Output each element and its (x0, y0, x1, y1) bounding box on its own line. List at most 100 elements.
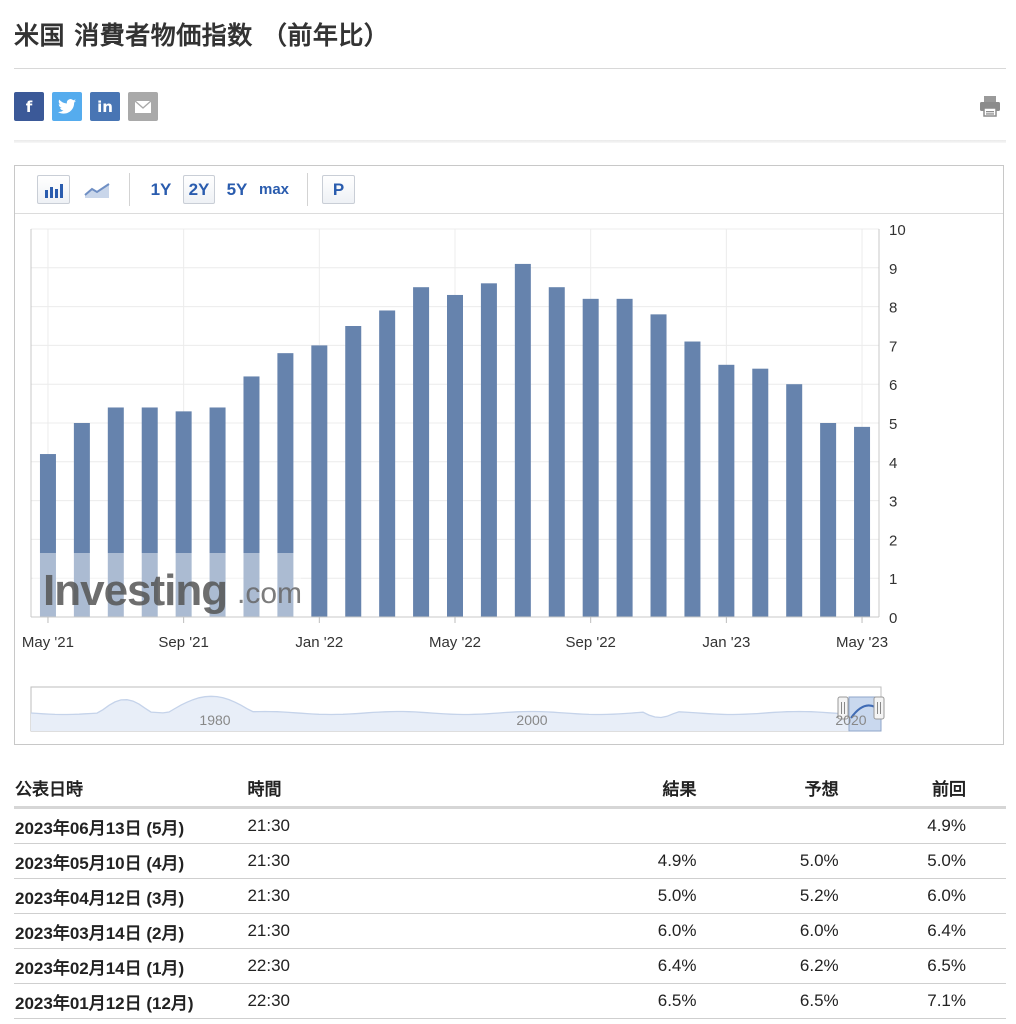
bar-mar-23[interactable] (786, 384, 803, 617)
y-tick-label: 0 (889, 610, 897, 627)
linkedin-share-button[interactable]: in (90, 92, 120, 121)
previous-cell: 6.4% (839, 913, 1006, 949)
time-cell: 21:30 (246, 878, 479, 914)
y-tick-label: 8 (889, 300, 897, 317)
y-tick-label: 5 (889, 416, 897, 433)
bar-sep-22[interactable] (582, 298, 599, 617)
p-label: P (332, 179, 345, 199)
actual-cell: 6.5% (478, 983, 697, 1019)
range-5y-label: 5Y (226, 179, 248, 199)
actual-cell: 6.4% (478, 948, 697, 984)
bar-nov-22[interactable] (650, 314, 667, 617)
date-cell: 2023年02月14日 (1月) (14, 948, 247, 984)
previous-cell: 6.0% (839, 878, 1006, 914)
previous-cell: 6.5% (839, 948, 1006, 984)
facebook-share-button[interactable]: f (14, 92, 44, 121)
y-axis: 0 1 2 3 4 5 6 7 8 9 10 (878, 222, 906, 627)
time-cell: 21:30 (246, 913, 479, 949)
y-tick-label: 10 (889, 222, 906, 239)
actual-cell (478, 807, 697, 844)
y-tick-label: 2 (889, 532, 897, 549)
header-date[interactable]: 公表日時 (14, 768, 247, 809)
bar-feb-23[interactable] (752, 368, 769, 617)
header-time[interactable]: 時間 (246, 768, 479, 809)
bar-aug-22[interactable] (548, 287, 565, 617)
facebook-icon: f (25, 97, 33, 116)
investing-watermark: Investing .com (33, 553, 302, 617)
x-tick-label: May '22 (429, 634, 481, 651)
range-navigator[interactable]: 1980 2000 2020 (30, 686, 885, 732)
p-button[interactable]: P (322, 175, 355, 204)
date-cell: 2023年06月13日 (5月) (14, 807, 247, 844)
range-5y-button[interactable]: 5Y (221, 175, 253, 204)
page-title: 米国 消費者物価指数 （前年比） (14, 21, 390, 50)
forecast-cell: 5.2% (696, 878, 840, 914)
range-1y-button[interactable]: 1Y (145, 175, 177, 204)
date-cell: 2023年01月12日 (12月) (14, 983, 247, 1019)
bar-dec-22[interactable] (684, 341, 701, 617)
bar-apr-22[interactable] (413, 287, 430, 617)
chart-toolbar: 1Y 2Y 5Y max P (15, 166, 1003, 214)
twitter-share-button[interactable] (52, 92, 82, 121)
time-cell: 22:30 (246, 948, 479, 984)
bar-jul-22[interactable] (514, 263, 531, 617)
range-max-button[interactable]: max (255, 175, 293, 204)
toolbar-divider (307, 173, 308, 206)
email-share-button[interactable] (128, 92, 158, 121)
bar-feb-22[interactable] (345, 326, 362, 617)
header-forecast[interactable]: 予想 (696, 768, 840, 809)
email-icon (135, 100, 151, 113)
header-actual[interactable]: 結果 (478, 768, 697, 809)
forecast-cell: 6.0% (696, 913, 840, 949)
bar-mar-22[interactable] (379, 310, 396, 617)
bar-apr-23[interactable] (820, 423, 837, 617)
navigator-handle-right[interactable] (873, 696, 885, 720)
range-2y-button[interactable]: 2Y (183, 175, 215, 204)
x-tick-label: Sep '22 (565, 634, 615, 651)
x-tick-label: May '21 (22, 634, 74, 651)
date-cell: 2023年03月14日 (2月) (14, 913, 247, 949)
bar-oct-22[interactable] (616, 298, 633, 617)
forecast-cell (696, 807, 840, 844)
printer-icon[interactable] (978, 94, 1002, 118)
navigator-year-label: 1980 (199, 712, 230, 728)
bar-chart-icon (44, 183, 63, 198)
bar-chart-toggle[interactable] (37, 175, 70, 204)
x-tick-label: May '23 (836, 634, 888, 651)
header-previous[interactable]: 前回 (839, 768, 1006, 809)
x-tick-label: Sep '21 (158, 634, 208, 651)
y-tick-label: 3 (889, 494, 897, 511)
forecast-cell: 6.5% (696, 983, 840, 1019)
bar-jan-23[interactable] (718, 364, 735, 617)
time-cell: 21:30 (246, 807, 479, 844)
cpi-bar-chart: Investing .com 0 1 2 3 4 5 6 7 8 9 10 May '21 Sep '… (22, 222, 906, 732)
y-tick-label: 6 (889, 377, 897, 394)
bar-jun-22[interactable] (480, 283, 497, 617)
previous-cell: 5.0% (839, 843, 1006, 879)
bar-jan-22[interactable] (311, 345, 328, 617)
actual-cell: 6.0% (478, 913, 697, 949)
toolbar-divider (129, 173, 130, 206)
actual-cell: 5.0% (478, 878, 697, 914)
date-cell: 2023年05月10日 (4月) (14, 843, 247, 879)
navigator-year-label: 2000 (516, 712, 547, 728)
table-row: 2023年02月14日 (1月) 22:30 6.4% 6.2% 6.5% (14, 948, 1006, 984)
bar-may-23[interactable] (854, 426, 871, 617)
previous-cell: 4.9% (839, 807, 1006, 844)
watermark-brand: Investing (43, 566, 227, 615)
chart-panel: 1Y 2Y 5Y max P Investing .com 0 1 2 3 4 5 6 7 8 9… (14, 165, 1004, 745)
x-tick-label: Jan '23 (702, 634, 750, 651)
line-chart-toggle[interactable] (81, 175, 113, 204)
y-tick-label: 7 (889, 338, 897, 355)
x-axis: May '21 Sep '21 Jan '22 May '22 Sep '22 Jan '… (22, 616, 888, 651)
share-divider (14, 140, 1006, 143)
table-header-row: 公表日時 時間 結果 予想 前回 (14, 768, 1006, 809)
bar-may-22[interactable] (447, 294, 463, 617)
linkedin-icon: in (97, 97, 113, 116)
release-table: 公表日時 時間 結果 予想 前回 2023年06月13日 (5月) 21:30 4.… (14, 768, 1006, 1019)
watermark-suffix: .com (237, 577, 302, 610)
range-max-label: max (258, 181, 290, 198)
table-row: 2023年06月13日 (5月) 21:30 4.9% (14, 807, 1006, 844)
line-chart-icon (84, 182, 110, 198)
actual-cell: 4.9% (478, 843, 697, 879)
